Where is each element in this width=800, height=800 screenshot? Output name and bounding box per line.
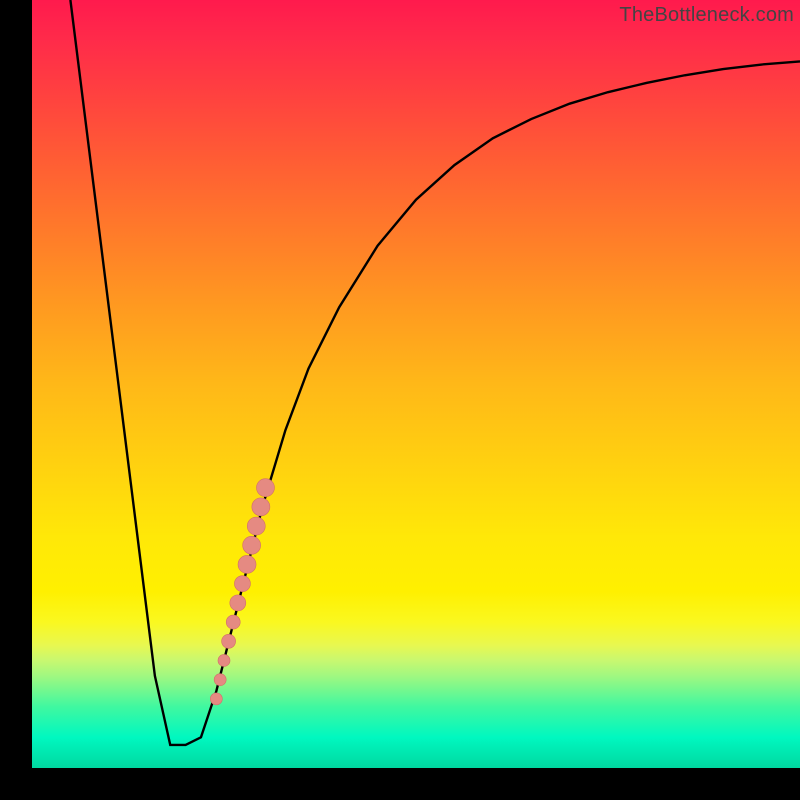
highlight-dot bbox=[226, 615, 240, 629]
highlight-dot bbox=[243, 536, 261, 554]
highlight-dot bbox=[247, 517, 265, 535]
highlight-dot bbox=[230, 595, 246, 611]
highlight-dot bbox=[222, 634, 236, 648]
chart-svg bbox=[32, 0, 800, 768]
bottleneck-curve bbox=[70, 0, 800, 745]
highlight-dot bbox=[210, 693, 222, 705]
highlight-dot bbox=[234, 576, 250, 592]
highlight-dot bbox=[238, 555, 256, 573]
highlight-dot bbox=[252, 498, 270, 516]
highlight-dot bbox=[256, 479, 274, 497]
chart-container: TheBottleneck.com bbox=[0, 0, 800, 800]
highlight-dot bbox=[218, 654, 230, 666]
highlight-dots-group bbox=[210, 479, 274, 705]
plot-area: TheBottleneck.com bbox=[32, 0, 800, 768]
highlight-dot bbox=[214, 674, 226, 686]
